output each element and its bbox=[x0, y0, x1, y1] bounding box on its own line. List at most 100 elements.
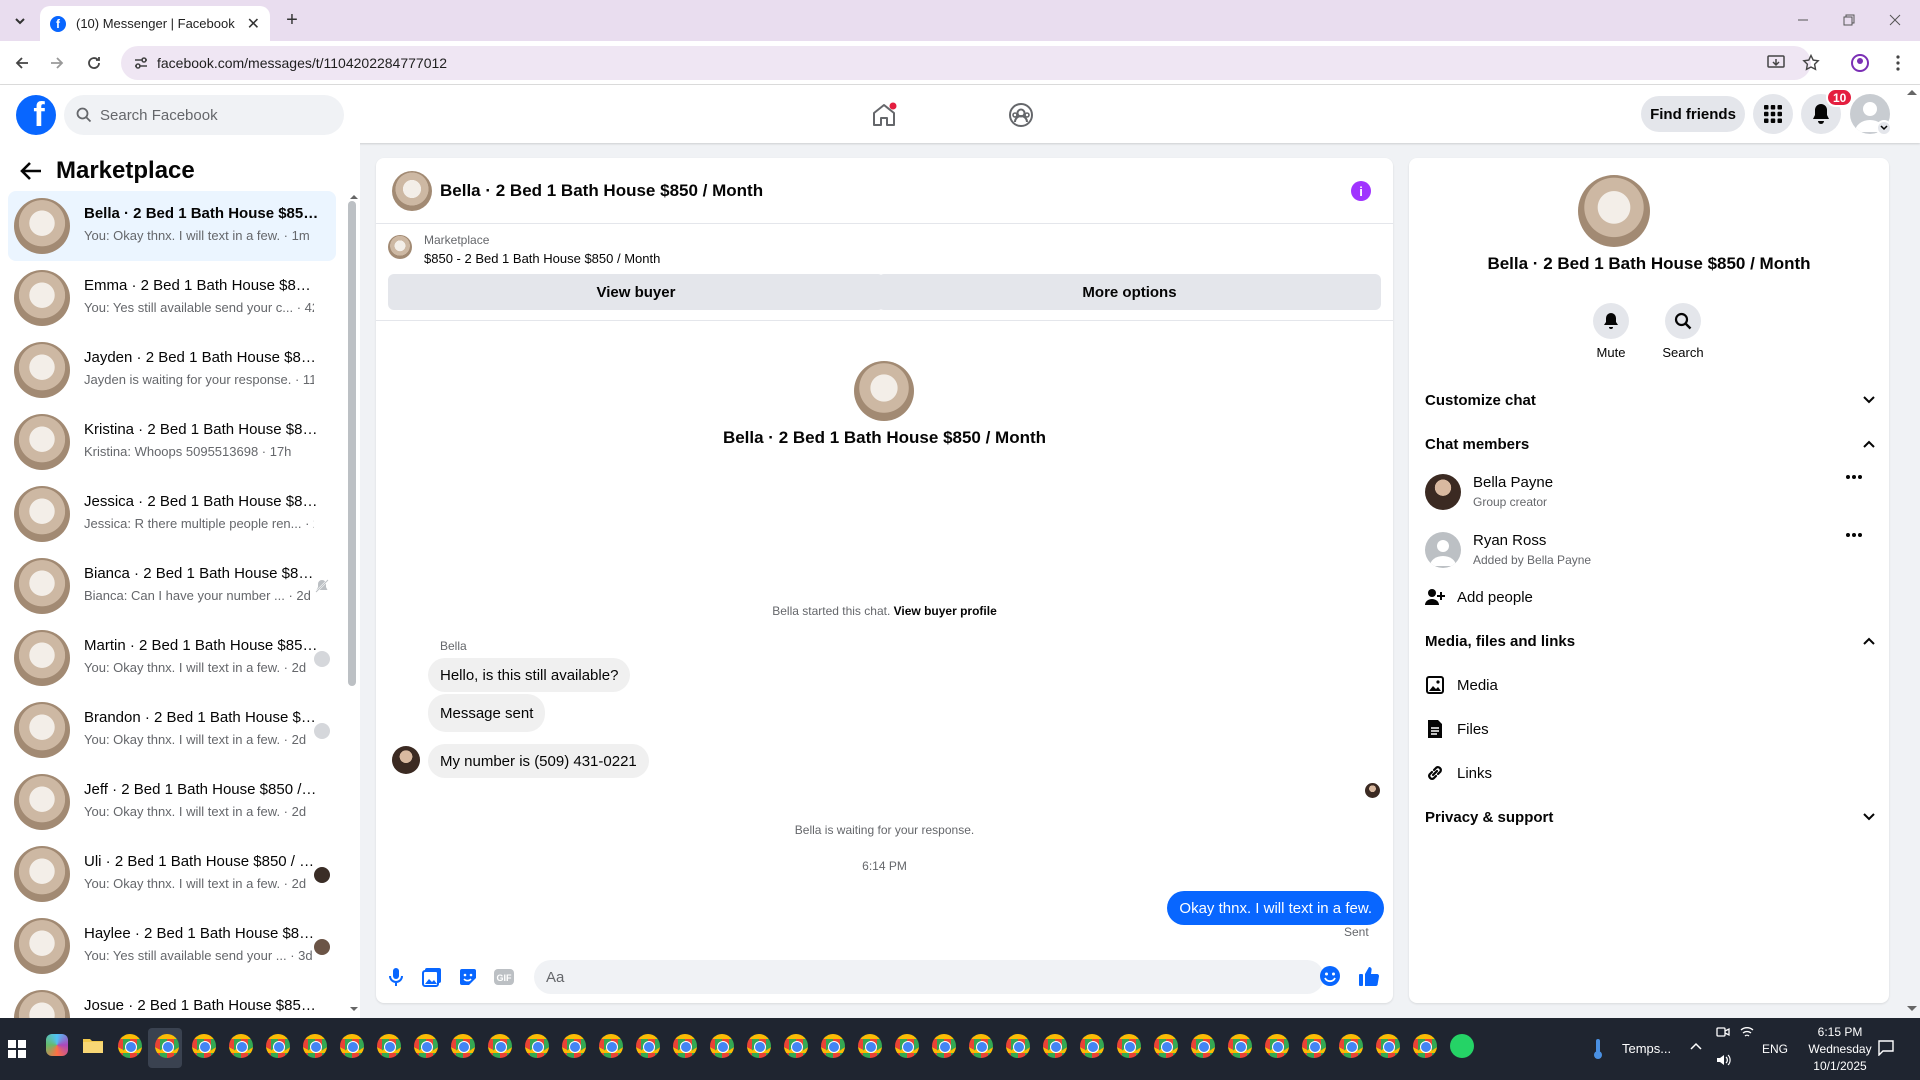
start-button[interactable] bbox=[8, 1040, 26, 1058]
conversation-item[interactable]: Uli · 2 Bed 1 Bath House $850 / Month Yo… bbox=[8, 839, 336, 909]
privacy-support-section[interactable]: Privacy & support bbox=[1425, 801, 1875, 833]
view-buyer-button[interactable]: View buyer bbox=[388, 274, 884, 310]
media-item[interactable]: Media bbox=[1425, 669, 1498, 701]
chrome-taskbar-icon[interactable] bbox=[488, 1034, 512, 1058]
chrome-taskbar-icon[interactable] bbox=[1376, 1034, 1400, 1058]
chrome-taskbar-icon[interactable] bbox=[932, 1034, 956, 1058]
browser-menu-button[interactable] bbox=[1886, 51, 1910, 75]
info-icon[interactable]: i bbox=[1351, 181, 1371, 201]
conversation-item[interactable]: Emma · 2 Bed 1 Bath House $850 / Month Y… bbox=[8, 263, 336, 333]
back-button[interactable] bbox=[10, 51, 34, 75]
menu-button[interactable] bbox=[1753, 94, 1793, 134]
links-item[interactable]: Links bbox=[1425, 757, 1492, 789]
chrome-taskbar-icon[interactable] bbox=[747, 1034, 771, 1058]
gif-button[interactable]: GIF bbox=[490, 963, 518, 991]
media-files-links-section[interactable]: Media, files and links bbox=[1425, 625, 1875, 657]
more-options-button[interactable]: More options bbox=[878, 274, 1381, 310]
conversation-item[interactable]: Haylee · 2 Bed 1 Bath House $850 / Month… bbox=[8, 911, 336, 981]
chrome-taskbar-icon[interactable] bbox=[636, 1034, 660, 1058]
home-nav-button[interactable] bbox=[864, 95, 904, 135]
copilot-icon[interactable] bbox=[46, 1034, 68, 1056]
tray-chevron-up-icon[interactable] bbox=[1690, 1042, 1702, 1050]
member-avatar[interactable] bbox=[1425, 474, 1461, 510]
browser-tab[interactable]: f (10) Messenger | Facebook ✕ bbox=[40, 6, 270, 41]
like-button[interactable] bbox=[1355, 962, 1383, 990]
wifi-icon[interactable] bbox=[1740, 1026, 1754, 1038]
weather-label[interactable]: Temps... bbox=[1622, 1041, 1671, 1056]
language-indicator[interactable]: ENG bbox=[1762, 1042, 1788, 1056]
chat-title[interactable]: Bella · 2 Bed 1 Bath House $850 / Month bbox=[440, 181, 763, 201]
attach-photo-button[interactable] bbox=[418, 963, 446, 991]
emoji-button[interactable] bbox=[1316, 962, 1344, 990]
voice-clip-button[interactable] bbox=[382, 963, 410, 991]
forward-button[interactable] bbox=[45, 51, 69, 75]
chrome-taskbar-icon[interactable] bbox=[858, 1034, 882, 1058]
chrome-taskbar-icon[interactable] bbox=[673, 1034, 697, 1058]
page-scroll-up-arrow[interactable] bbox=[1906, 88, 1918, 96]
conversation-item[interactable]: Bianca · 2 Bed 1 Bath House $850 / Month… bbox=[8, 551, 336, 621]
minimize-button[interactable] bbox=[1780, 8, 1826, 32]
list-scroll-down-arrow[interactable] bbox=[349, 1006, 359, 1012]
chrome-taskbar-icon[interactable] bbox=[710, 1034, 734, 1058]
chat-avatar[interactable] bbox=[392, 171, 432, 211]
conversation-item[interactable]: Brandon · 2 Bed 1 Bath House $850 / Mont… bbox=[8, 695, 336, 765]
chrome-taskbar-icon[interactable] bbox=[414, 1034, 438, 1058]
incoming-message[interactable]: Hello, is this still available? bbox=[428, 658, 631, 692]
close-window-button[interactable] bbox=[1872, 8, 1918, 32]
sender-avatar[interactable] bbox=[392, 746, 420, 774]
account-chevron-icon[interactable] bbox=[1876, 120, 1892, 136]
chrome-taskbar-icon[interactable] bbox=[1265, 1034, 1289, 1058]
chrome-taskbar-icon[interactable] bbox=[451, 1034, 475, 1058]
notification-center-icon[interactable] bbox=[1878, 1040, 1894, 1056]
chrome-taskbar-icon[interactable] bbox=[340, 1034, 364, 1058]
close-tab-icon[interactable]: ✕ bbox=[247, 14, 260, 34]
chrome-taskbar-icon[interactable] bbox=[784, 1034, 808, 1058]
sticker-button[interactable] bbox=[454, 963, 482, 991]
chrome-taskbar-icon[interactable] bbox=[562, 1034, 586, 1058]
list-scroll-up-arrow[interactable] bbox=[349, 194, 359, 200]
chrome-taskbar-icon[interactable] bbox=[895, 1034, 919, 1058]
find-friends-button[interactable]: Find friends bbox=[1641, 96, 1745, 132]
conversation-item[interactable]: Martin · 2 Bed 1 Bath House $850 / Month… bbox=[8, 623, 336, 693]
customize-chat-section[interactable]: Customize chat bbox=[1425, 384, 1875, 416]
new-tab-button[interactable]: + bbox=[280, 8, 304, 32]
chrome-taskbar-icon[interactable] bbox=[1043, 1034, 1067, 1058]
chrome-taskbar-icon[interactable] bbox=[821, 1034, 845, 1058]
volume-icon[interactable] bbox=[1716, 1054, 1732, 1066]
add-people-button[interactable]: Add people bbox=[1425, 581, 1533, 613]
view-buyer-profile-link[interactable]: View buyer profile bbox=[894, 604, 997, 618]
whatsapp-icon[interactable] bbox=[1450, 1034, 1474, 1058]
incoming-message[interactable]: Message sent bbox=[428, 694, 546, 732]
incoming-message[interactable]: My number is (509) 431-0221 bbox=[428, 744, 649, 778]
chrome-taskbar-icon[interactable] bbox=[266, 1034, 290, 1058]
member-options-button[interactable] bbox=[1845, 532, 1863, 538]
chrome-taskbar-icon[interactable] bbox=[525, 1034, 549, 1058]
facebook-search-input[interactable]: Search Facebook bbox=[64, 95, 344, 135]
meet-now-icon[interactable] bbox=[1716, 1026, 1730, 1038]
chrome-taskbar-icon[interactable] bbox=[377, 1034, 401, 1058]
page-scroll-down-arrow[interactable] bbox=[1906, 1005, 1918, 1013]
chrome-taskbar-icon[interactable] bbox=[1413, 1034, 1437, 1058]
chrome-taskbar-icon[interactable] bbox=[1006, 1034, 1030, 1058]
chrome-taskbar-icon[interactable] bbox=[1228, 1034, 1252, 1058]
clock[interactable]: 6:15 PM Wednesday 10/1/2025 bbox=[1792, 1024, 1888, 1075]
listing-title[interactable]: $850 - 2 Bed 1 Bath House $850 / Month bbox=[424, 251, 660, 266]
chrome-taskbar-icon[interactable] bbox=[192, 1034, 216, 1058]
chrome-taskbar-icon[interactable] bbox=[155, 1034, 179, 1058]
reload-button[interactable] bbox=[82, 51, 106, 75]
conversation-item[interactable]: Jessica · 2 Bed 1 Bath House $850 / Mont… bbox=[8, 479, 336, 549]
chrome-taskbar-icon[interactable] bbox=[1117, 1034, 1141, 1058]
back-arrow-button[interactable] bbox=[20, 161, 42, 181]
conversation-item[interactable]: Jeff · 2 Bed 1 Bath House $850 / Month Y… bbox=[8, 767, 336, 837]
file-explorer-icon[interactable] bbox=[82, 1036, 104, 1054]
outgoing-message[interactable]: Okay thnx. I will text in a few. bbox=[1167, 891, 1384, 925]
member-name[interactable]: Ryan Ross bbox=[1473, 532, 1546, 549]
member-name[interactable]: Bella Payne bbox=[1473, 474, 1553, 491]
chrome-taskbar-icon[interactable] bbox=[969, 1034, 993, 1058]
weather-icon[interactable] bbox=[1592, 1038, 1604, 1060]
address-bar[interactable]: facebook.com/messages/t/1104202284777012 bbox=[121, 46, 1820, 80]
message-input[interactable]: Aa bbox=[534, 960, 1324, 994]
list-scrollbar[interactable] bbox=[348, 201, 356, 686]
chrome-taskbar-icon[interactable] bbox=[1080, 1034, 1104, 1058]
groups-nav-button[interactable] bbox=[1001, 95, 1041, 135]
